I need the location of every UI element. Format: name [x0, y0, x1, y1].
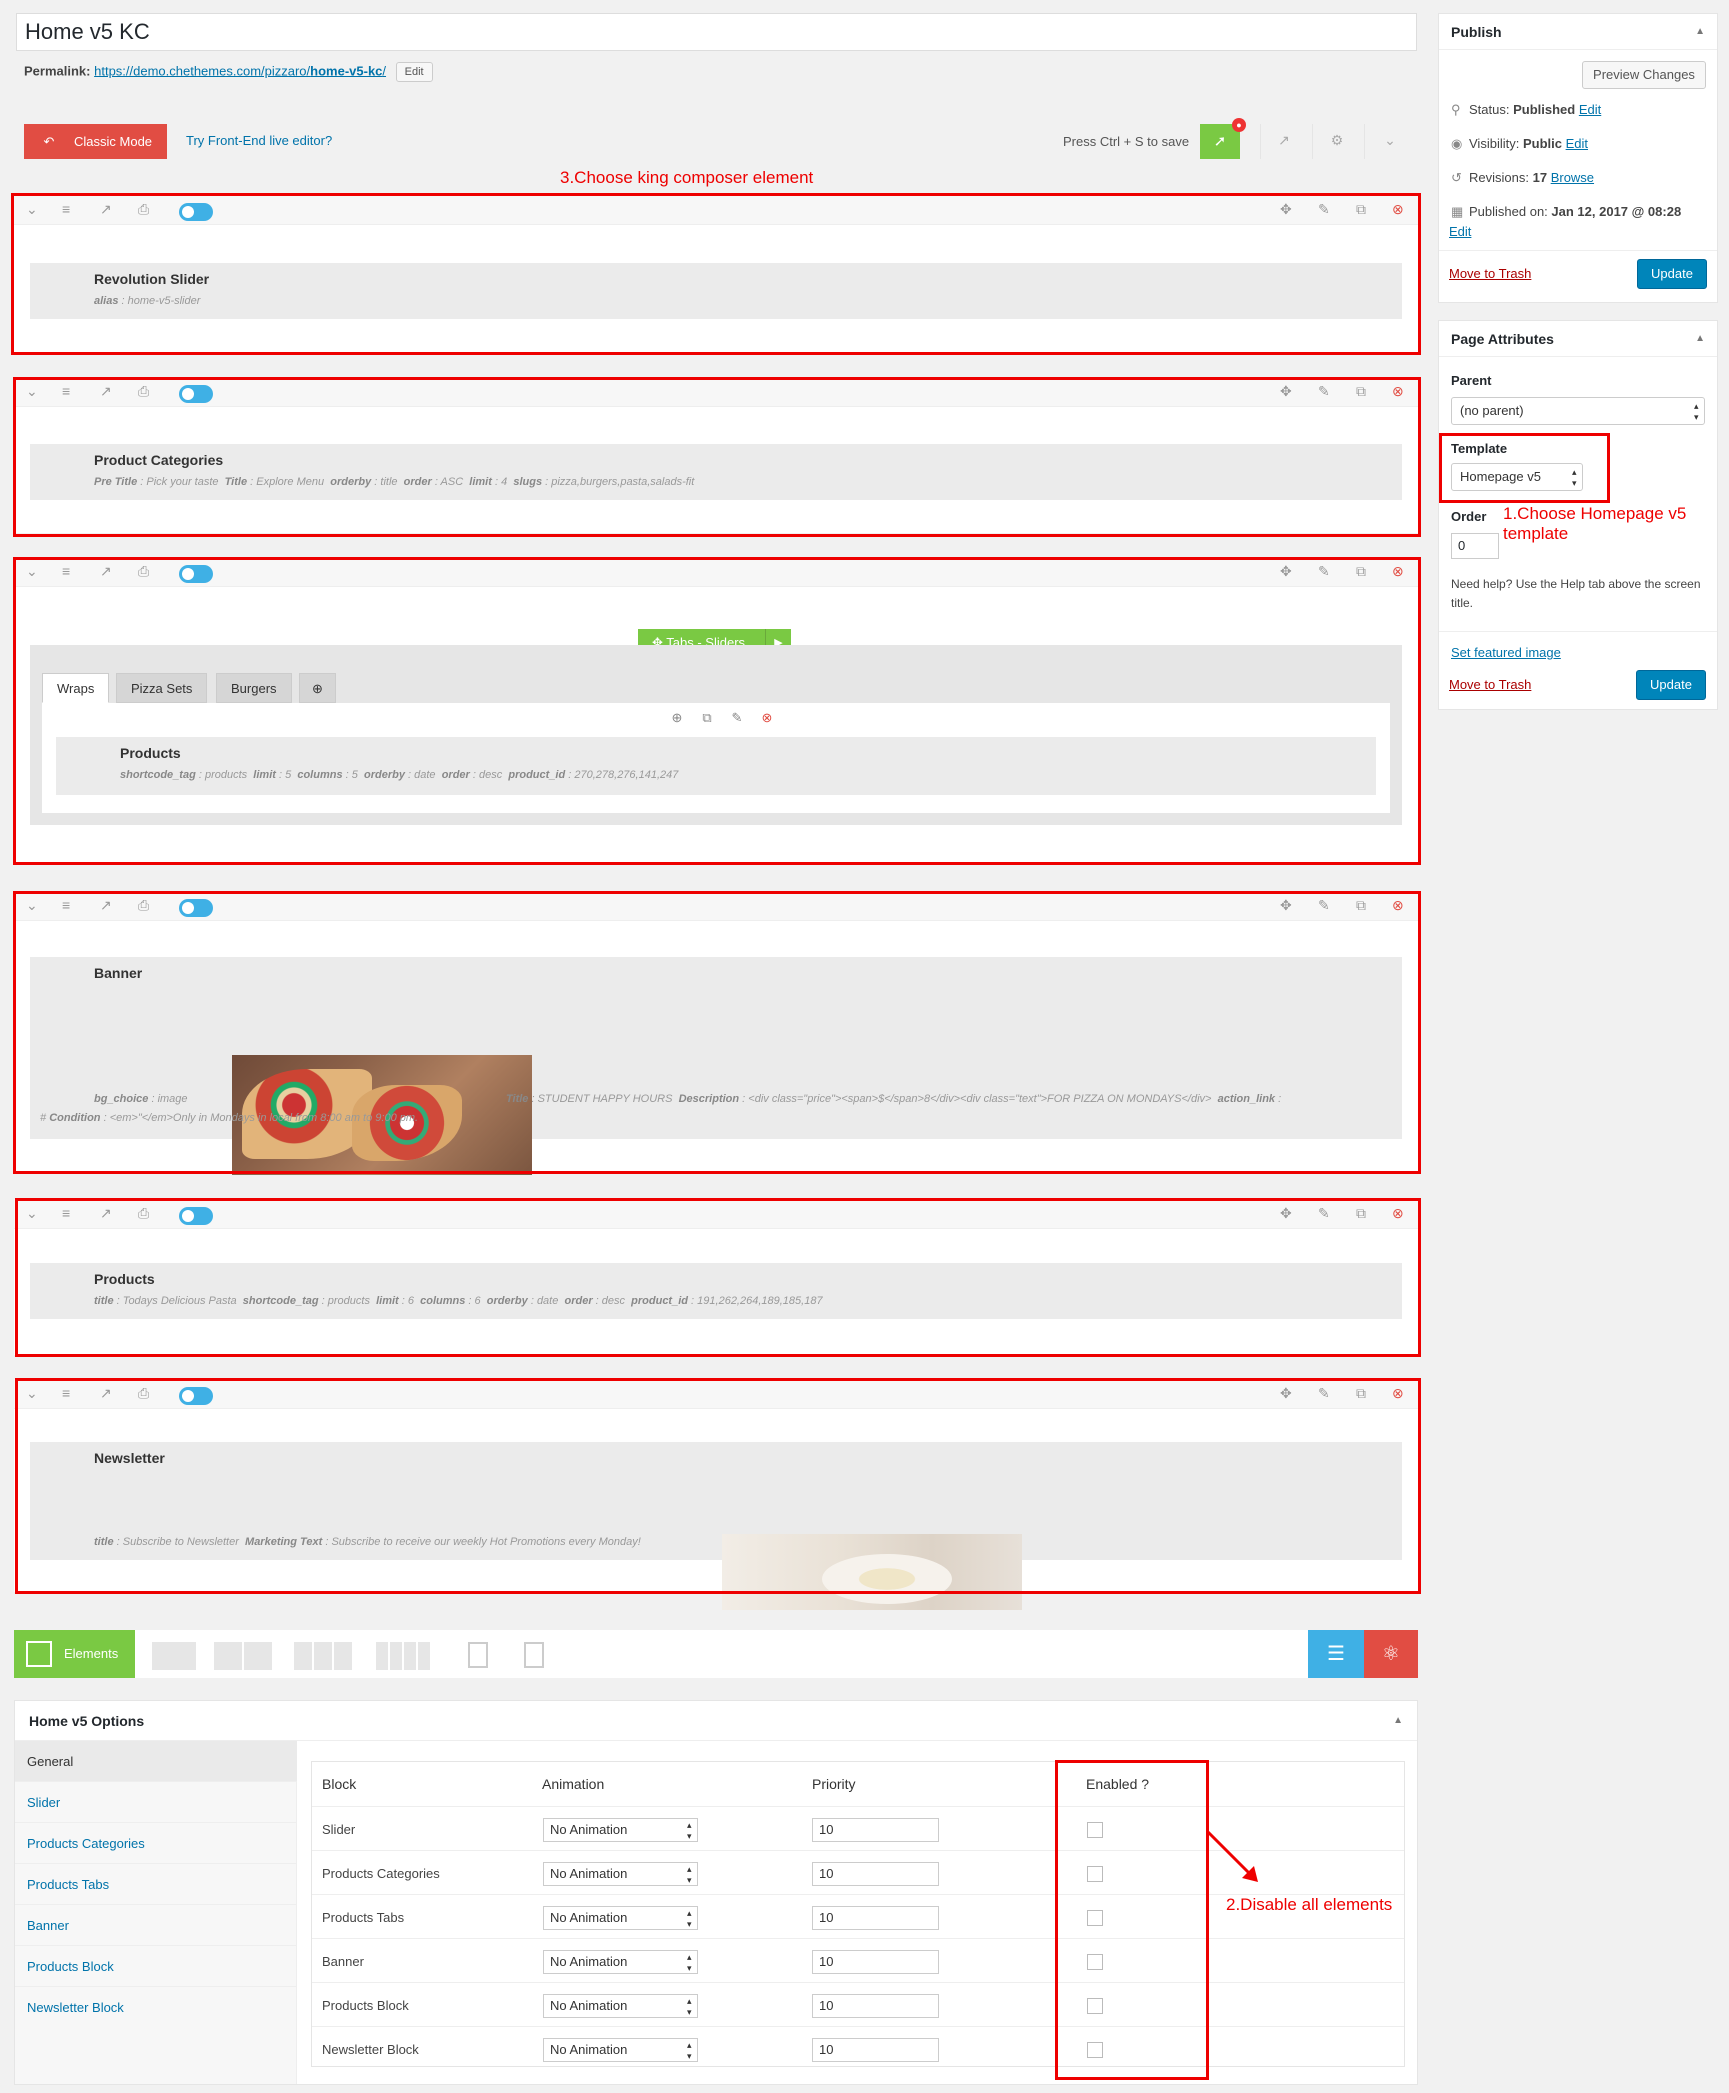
- chevron-down-icon[interactable]: ⌄: [1380, 132, 1400, 152]
- published-row: ▦ Published on: Jan 12, 2017 @ 08:28: [1451, 204, 1682, 219]
- layout-4-columns-icon[interactable]: [376, 1642, 388, 1670]
- animation-select[interactable]: No Animation: [543, 1950, 698, 1974]
- nav-general[interactable]: General: [15, 1741, 297, 1782]
- publish-title: Publish: [1439, 14, 1717, 50]
- permalink-edit-button[interactable]: Edit: [395, 62, 433, 82]
- nav-products-categories[interactable]: Products Categories: [15, 1823, 297, 1864]
- kc-settings-icon[interactable]: ⚛: [1364, 1630, 1418, 1678]
- nav-products-block[interactable]: Products Block: [15, 1946, 297, 1987]
- pin-icon: ⚲: [1451, 102, 1461, 117]
- animation-select[interactable]: No Animation: [543, 1906, 698, 1930]
- clipboard-icon[interactable]: [524, 1642, 544, 1668]
- annotation-box-row: [13, 891, 1421, 1174]
- rocket-icon: ➚: [1213, 133, 1227, 150]
- priority-input[interactable]: 10: [812, 1906, 939, 1930]
- animation-select[interactable]: No Animation: [543, 1994, 698, 2018]
- layers-icon[interactable]: ☰: [1308, 1630, 1364, 1678]
- animation-select[interactable]: No Animation: [543, 1862, 698, 1886]
- collapse-up-icon[interactable]: ▲: [1695, 14, 1705, 50]
- priority-input[interactable]: 10: [812, 1994, 939, 2018]
- block-label: Banner: [322, 1954, 364, 1969]
- priority-input[interactable]: 10: [812, 1818, 939, 1842]
- browse-revisions-link[interactable]: Browse: [1551, 170, 1594, 185]
- annotation-box-enabled: [1055, 1760, 1209, 2080]
- animation-select[interactable]: No Animation: [543, 2038, 698, 2062]
- layout-1-column-icon[interactable]: [152, 1642, 196, 1670]
- document-icon[interactable]: [468, 1642, 488, 1668]
- block-label: Products Tabs: [322, 1910, 405, 1925]
- annotation-box-row: [13, 377, 1421, 537]
- revisions-row: ↺ Revisions: 17 Browse: [1451, 170, 1595, 185]
- parent-label: Parent: [1451, 373, 1492, 388]
- post-title-input[interactable]: Home v5 KC: [16, 13, 1417, 51]
- annotation-arrow: [1206, 1830, 1258, 1882]
- priority-input[interactable]: 10: [812, 1950, 939, 1974]
- frontend-editor-link[interactable]: Try Front-End live editor?: [186, 133, 332, 148]
- layout-3-columns-icon[interactable]: [294, 1642, 312, 1670]
- priority-input[interactable]: 10: [812, 1862, 939, 1886]
- annotation-box-row: [15, 1378, 1421, 1594]
- block-label: Products Block: [322, 1998, 409, 2013]
- header-priority: Priority: [812, 1776, 856, 1792]
- options-nav: General Slider Products Categories Produ…: [15, 1741, 297, 2084]
- visibility-row: ◉ Visibility: Public Edit: [1451, 136, 1589, 151]
- publish-panel: Publish ▲ Preview Changes ⚲ Status: Publi…: [1438, 13, 1718, 303]
- permalink: Permalink: https://demo.chethemes.com/pi…: [24, 62, 433, 82]
- priority-input[interactable]: 10: [812, 2038, 939, 2062]
- block-label: Newsletter Block: [322, 2042, 419, 2057]
- calendar-icon: ▦: [1451, 204, 1464, 219]
- layout-2-columns-icon[interactable]: [244, 1642, 272, 1670]
- export-icon[interactable]: ↗: [1274, 132, 1294, 152]
- animation-select[interactable]: No Animation: [543, 1818, 698, 1842]
- update-button[interactable]: Update: [1637, 259, 1707, 289]
- annotation-step2: 2.Disable all elements: [1226, 1895, 1393, 1914]
- history-icon: ↺: [1451, 170, 1462, 185]
- status-edit-link[interactable]: Edit: [1579, 102, 1601, 117]
- nav-banner[interactable]: Banner: [15, 1905, 297, 1946]
- annotation-box-row: [15, 1198, 1421, 1357]
- annotation-step1: 1.Choose Homepage v5 template: [1503, 504, 1687, 543]
- annotation-box-row: [11, 193, 1421, 355]
- options-title: Home v5 Options: [15, 1701, 1417, 1741]
- nav-slider[interactable]: Slider: [15, 1782, 297, 1823]
- nav-newsletter-block[interactable]: Newsletter Block: [15, 1987, 297, 2028]
- set-featured-image-link[interactable]: Set featured image: [1451, 645, 1561, 660]
- permalink-link[interactable]: https://demo.chethemes.com/pizzaro/home-…: [94, 63, 386, 78]
- published-edit-link[interactable]: Edit: [1449, 224, 1471, 239]
- collapse-up-icon[interactable]: ▲: [1393, 1701, 1403, 1741]
- back-arrow-icon: ↶: [43, 134, 55, 149]
- classic-mode-button[interactable]: ↶ Classic Mode: [24, 124, 167, 159]
- permalink-label: Permalink:: [24, 63, 91, 79]
- block-label: Products Categories: [322, 1866, 440, 1881]
- help-text: Need help? Use the Help tab above the sc…: [1451, 577, 1701, 610]
- order-label: Order: [1451, 509, 1487, 524]
- move-to-trash-link[interactable]: Move to Trash: [1449, 677, 1531, 692]
- annotation-step3: 3.Choose king composer element: [560, 168, 814, 187]
- save-hint: Press Ctrl + S to save: [1063, 134, 1190, 149]
- parent-select[interactable]: (no parent): [1451, 397, 1705, 425]
- status-row: ⚲ Status: Published Edit: [1451, 102, 1602, 117]
- kc-toolbar: ↶ Classic Mode Try Front-End live editor…: [24, 118, 1416, 160]
- elements-icon: [26, 1641, 52, 1667]
- notification-dot-icon: ●: [1232, 118, 1246, 132]
- annotation-box-template: [1439, 433, 1610, 503]
- header-block: Block: [322, 1776, 357, 1792]
- elements-button[interactable]: Elements: [14, 1630, 135, 1678]
- preview-changes-button[interactable]: Preview Changes: [1582, 61, 1706, 89]
- annotation-box-row: [13, 557, 1421, 865]
- nav-products-tabs[interactable]: Products Tabs: [15, 1864, 297, 1905]
- visibility-edit-link[interactable]: Edit: [1566, 136, 1588, 151]
- move-to-trash-link[interactable]: Move to Trash: [1449, 266, 1531, 281]
- eye-icon: ◉: [1451, 136, 1463, 151]
- update-button[interactable]: Update: [1636, 670, 1706, 700]
- collapse-up-icon[interactable]: ▲: [1695, 321, 1705, 357]
- header-animation: Animation: [542, 1776, 605, 1792]
- attributes-title: Page Attributes: [1439, 321, 1717, 357]
- layout-2-columns-icon[interactable]: [214, 1642, 242, 1670]
- kc-elements-bar: Elements ☰ ⚛: [14, 1630, 1418, 1678]
- settings-gear-icon[interactable]: ⚙: [1327, 132, 1347, 152]
- order-input[interactable]: 0: [1451, 533, 1499, 559]
- block-label: Slider: [322, 1822, 356, 1837]
